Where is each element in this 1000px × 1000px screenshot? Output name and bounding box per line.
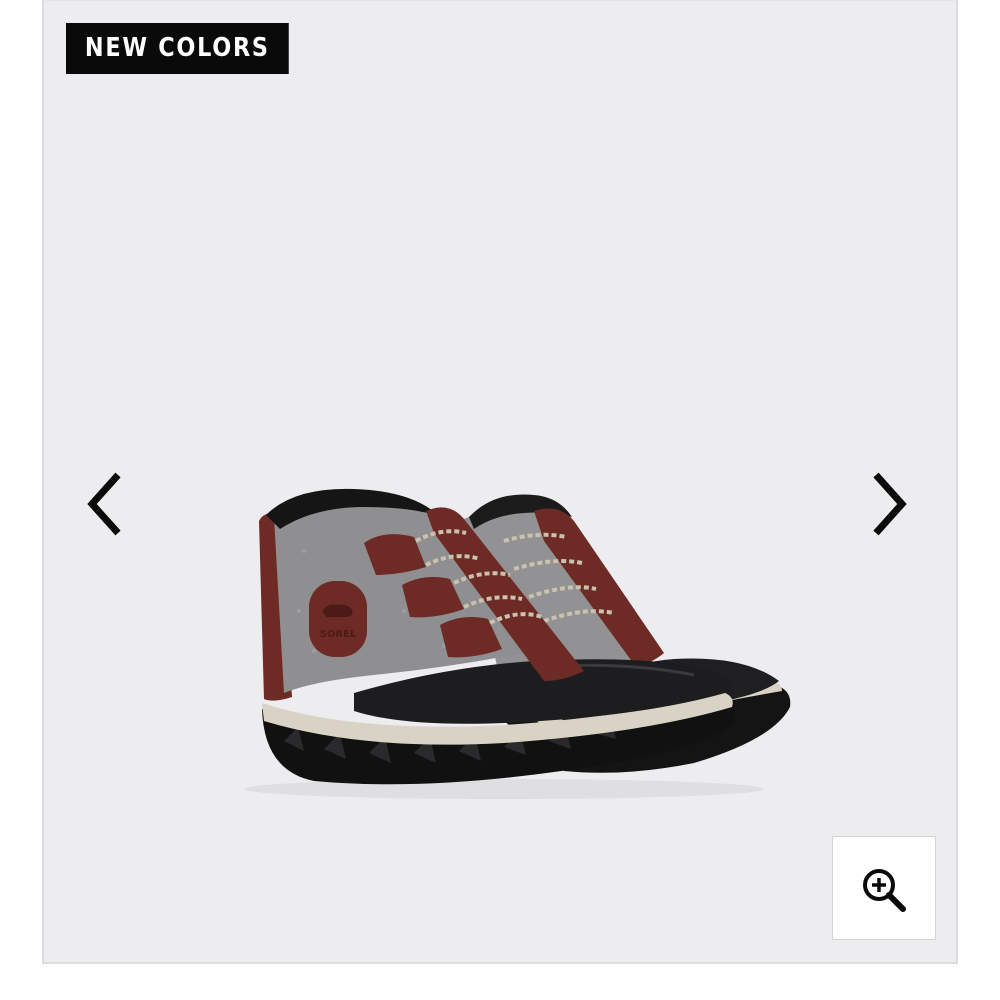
product-image[interactable]: SOREL [204, 471, 804, 811]
zoom-button[interactable] [832, 836, 936, 940]
brand-mark-text: SOREL [320, 629, 357, 640]
chevron-left-icon [87, 472, 121, 536]
next-image-button[interactable] [862, 469, 922, 539]
product-image-gallery: NEW COLORS SOREL [42, 0, 958, 964]
chevron-right-icon [873, 472, 907, 536]
zoom-in-icon [863, 869, 906, 912]
boots-illustration: SOREL [244, 488, 791, 799]
new-colors-badge: NEW COLORS [66, 23, 289, 74]
previous-image-button[interactable] [82, 469, 142, 539]
